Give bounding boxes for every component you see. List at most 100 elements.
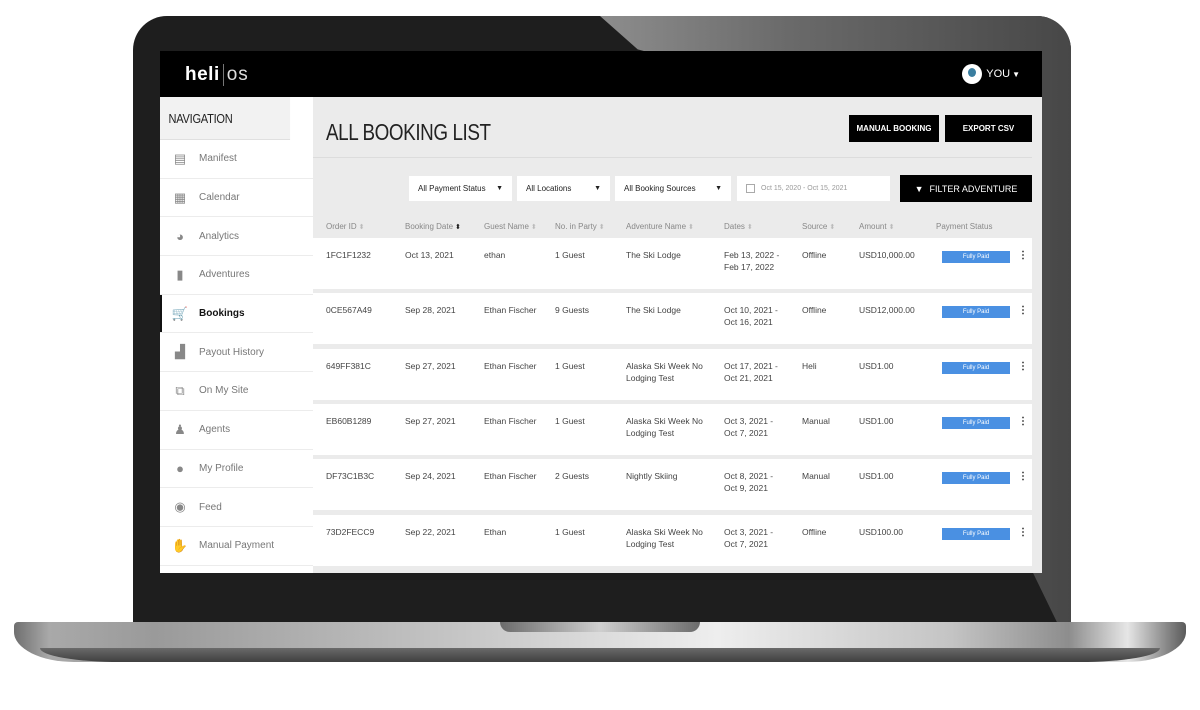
sidebar-item-calendar[interactable]: ▦ Calendar — [160, 179, 313, 218]
laptop-notch — [500, 622, 700, 632]
more-options-icon[interactable]: ⋮ — [1018, 416, 1028, 427]
cell-line: 1 Guest — [555, 360, 585, 371]
table-row[interactable]: 1FC1F1232 Oct 13, 2021 ethan 1 Guest The Ski… — [313, 238, 1032, 289]
cell-line: Oct 10, 2021 - — [724, 305, 778, 316]
sidebar-item-label: Manifest — [199, 153, 237, 165]
page-title: ALL BOOKING LIST — [326, 119, 491, 145]
logo-separator — [222, 64, 224, 86]
user-label: YOU — [986, 68, 1011, 80]
sidebar-item-label: Calendar — [199, 192, 240, 204]
payment-status-badge[interactable]: Fully Paid — [942, 306, 1010, 319]
booking-sources-dropdown[interactable]: All Booking Sources ▼ — [615, 176, 731, 201]
table-row[interactable]: EB60B1289 Sep 27, 2021 Ethan Fischer 1 Gues… — [313, 403, 1032, 455]
cell-line: Ethan Fischer — [484, 415, 537, 426]
sidebar-item-my-profile[interactable]: ● My Profile — [160, 450, 313, 489]
cell-line: Offline — [802, 305, 827, 316]
sidebar-item-adventures[interactable]: ▮ Adventures — [160, 256, 313, 295]
column-header-label: No. in Party — [555, 222, 597, 231]
sidebar-item-manifest[interactable]: ▤ Manifest — [160, 140, 313, 179]
sort-icon[interactable]: ⬍ — [889, 224, 895, 231]
cell-line: Ethan — [484, 526, 507, 537]
cell-line: 0CE567A49 — [326, 305, 372, 316]
sort-icon[interactable]: ⬍ — [747, 224, 753, 231]
sort-icon[interactable]: ⬍ — [688, 224, 694, 231]
cell-line: Oct 16, 2021 — [724, 317, 773, 328]
table-row[interactable]: 649FF381C Sep 27, 2021 Ethan Fischer 1 Gues… — [313, 348, 1032, 400]
money-stack-icon: ▟ — [175, 344, 185, 360]
payment-status-badge[interactable]: Fully Paid — [942, 472, 1010, 485]
table-row[interactable]: 73D2FECC9 Sep 22, 2021 Ethan 1 Guest Alaska … — [313, 514, 1032, 566]
chevron-down-icon: ▼ — [1012, 69, 1020, 79]
cell-booking-date: Sep 24, 2021 — [405, 470, 456, 482]
sidebar-item-payout-history[interactable]: ▟ Payout History — [160, 333, 313, 373]
cell-source: Offline — [802, 526, 826, 538]
table-row[interactable]: DF73C1B3C Sep 24, 2021 Ethan Fischer 2 Gues… — [313, 459, 1032, 511]
more-options-icon[interactable]: ⋮ — [1018, 472, 1028, 482]
payment-status-badge[interactable]: Fully Paid — [942, 527, 1010, 540]
cell-booking-date: Oct 13, 2021 — [405, 249, 454, 261]
cell-line: USD1.00 — [859, 471, 894, 482]
sidebar-item-on-my-site[interactable]: ⧉ On My Site — [160, 372, 313, 411]
payment-status-badge[interactable]: Fully Paid — [942, 251, 1010, 263]
column-header-adventure-name[interactable]: Adventure Name ⬍ — [626, 222, 694, 231]
logo[interactable]: heli os — [185, 64, 249, 86]
column-header-label: Order ID — [326, 222, 357, 231]
cell-line: Manual — [802, 471, 830, 482]
cell-order-id: DF73C1B3C — [326, 470, 374, 482]
cell-party: 1 Guest — [555, 360, 585, 372]
manual-booking-button[interactable]: MANUAL BOOKING — [849, 115, 939, 142]
column-header-guest-name[interactable]: Guest Name ⬍ — [484, 222, 537, 231]
sidebar-item-feed[interactable]: ◉ Feed — [160, 488, 313, 527]
cell-adventure: The Ski Lodge — [626, 249, 681, 261]
more-options-icon[interactable]: ⋮ — [1018, 306, 1028, 316]
sidebar-item-bookings[interactable]: 🛒 Bookings — [160, 294, 313, 334]
sidebar: NAVIGATION ▤ Manifest ▦ Calendar ◕ Analytics ▮… — [160, 97, 313, 573]
column-header-booking-date[interactable]: Booking Date ⬍ — [405, 222, 461, 231]
calendar-icon: ▦ — [173, 189, 187, 205]
sort-icon[interactable]: ⬍ — [455, 224, 461, 231]
cell-line: Alaska Ski Week No — [626, 526, 703, 537]
cell-line: Oct 3, 2021 - — [724, 526, 774, 537]
sidebar-item-agents[interactable]: ♟ Agents — [160, 411, 313, 450]
cell-line: EB60B1289 — [326, 415, 372, 426]
cell-line: Sep 24, 2021 — [405, 471, 456, 482]
cell-line: Lodging Test — [626, 538, 675, 549]
cell-line: DF73C1B3C — [326, 471, 375, 482]
column-header-amount[interactable]: Amount ⬍ — [859, 222, 894, 231]
cell-amount: USD12,000.00 — [859, 304, 915, 316]
column-header-no-in-party[interactable]: No. in Party ⬍ — [555, 222, 605, 231]
cell-line: Heli — [802, 360, 817, 371]
cell-dates: Feb 13, 2022 - Feb 17, 2022 — [724, 249, 779, 273]
logo-light: os — [226, 64, 249, 85]
sidebar-item-analytics[interactable]: ◕ Analytics — [160, 217, 313, 257]
payment-status-badge[interactable]: Fully Paid — [942, 361, 1010, 374]
cell-line: 9 Guests — [555, 305, 590, 316]
more-options-icon[interactable]: ⋮ — [1018, 251, 1028, 261]
column-header-order-id[interactable]: Order ID ⬍ — [326, 222, 365, 231]
filter-adventure-button[interactable]: ▼ FILTER ADVENTURE — [900, 175, 1032, 202]
sort-icon[interactable]: ⬍ — [531, 224, 537, 231]
sidebar-item-label: Adventures — [199, 269, 250, 281]
cell-guest: Ethan Fischer — [484, 360, 536, 372]
cell-party: 1 Guest — [555, 415, 585, 427]
table-row[interactable]: 0CE567A49 Sep 28, 2021 Ethan Fischer 9 Gues… — [313, 293, 1032, 345]
logo-bold: heli — [185, 64, 220, 85]
sort-icon[interactable]: ⬍ — [359, 224, 365, 231]
nav-list: ▤ Manifest ▦ Calendar ◕ Analytics ▮ Adventures 🛒… — [160, 140, 313, 566]
user-menu[interactable]: YOU ▼ — [962, 64, 1020, 84]
more-options-icon[interactable]: ⋮ — [1018, 361, 1028, 372]
payment-status-badge[interactable]: Fully Paid — [942, 416, 1010, 429]
sort-icon[interactable]: ⬍ — [599, 224, 605, 231]
sort-icon[interactable]: ⬍ — [829, 224, 835, 231]
cell-line: USD1.00 — [859, 360, 894, 371]
payment-status-dropdown[interactable]: All Payment Status ▼ — [409, 176, 512, 201]
more-options-icon[interactable]: ⋮ — [1018, 527, 1028, 538]
export-csv-button[interactable]: EXPORT CSV — [945, 115, 1032, 142]
column-header-source[interactable]: Source ⬍ — [802, 222, 835, 231]
locations-dropdown[interactable]: All Locations ▼ — [517, 176, 610, 201]
cell-adventure: Alaska Ski Week No Lodging Test — [626, 415, 703, 439]
sidebar-item-manual-payment[interactable]: ✋ Manual Payment — [160, 527, 313, 566]
column-header-dates[interactable]: Dates ⬍ — [724, 222, 753, 231]
date-range-input[interactable]: Oct 15, 2020 - Oct 15, 2021 — [737, 176, 890, 201]
agent-icon: ♟ — [174, 421, 186, 437]
